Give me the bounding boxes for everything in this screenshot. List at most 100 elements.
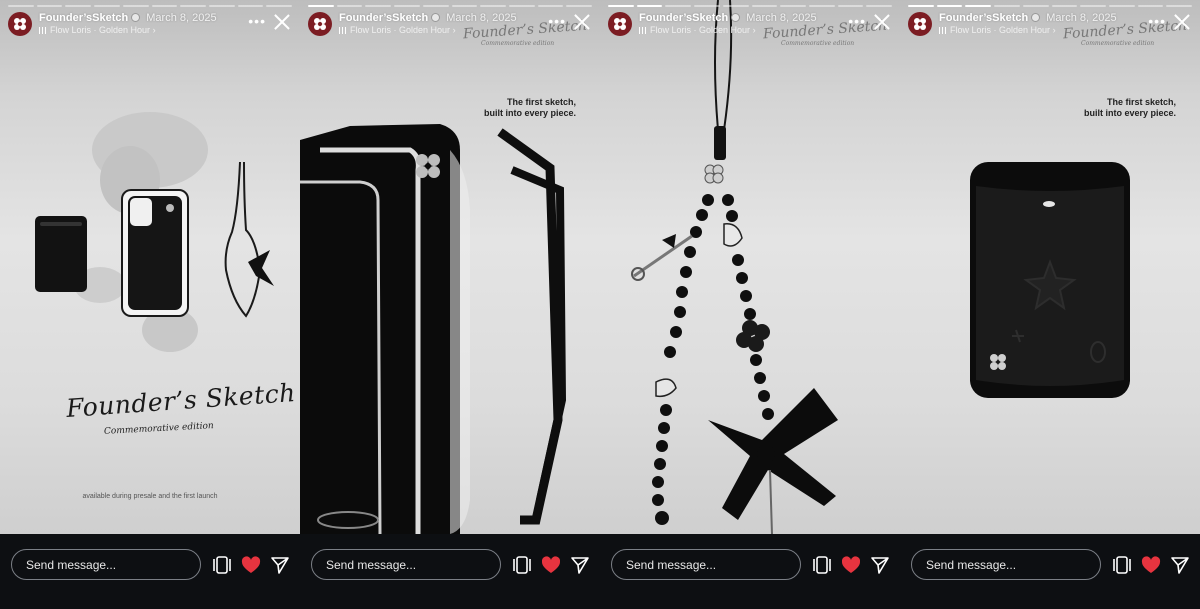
story-image[interactable] <box>600 0 900 534</box>
story-progress-bar <box>308 5 593 7</box>
progress-segment <box>451 5 478 7</box>
reply-bar <box>300 534 600 609</box>
heart-icon[interactable] <box>1140 554 1162 576</box>
post-date: March 8, 2025 <box>446 12 517 24</box>
carousel-icon[interactable] <box>1111 554 1133 576</box>
music-link[interactable]: Flow Loris · Golden Hour › <box>339 25 456 35</box>
send-icon[interactable] <box>269 554 291 576</box>
progress-segment <box>537 5 564 7</box>
username-link[interactable]: Founder’sSketch March 8, 2025 <box>639 12 817 24</box>
more-options-icon[interactable]: ••• <box>848 13 866 29</box>
progress-segment <box>65 5 92 7</box>
progress-segment <box>1137 5 1164 7</box>
progress-segment <box>36 5 63 7</box>
progress-segment <box>1166 5 1193 7</box>
watermark-subtitle: Commemorative edition <box>781 40 855 47</box>
carousel-icon[interactable] <box>511 554 533 576</box>
phone-case-closeup-image <box>300 124 567 534</box>
story-image[interactable]: Founder’s Sketch Commemorative edition a… <box>0 0 300 534</box>
product-lineup-image <box>35 112 274 352</box>
card-wallet-image <box>970 162 1130 398</box>
close-icon[interactable] <box>1172 12 1192 32</box>
send-message-input[interactable] <box>611 549 801 580</box>
chevron-right-icon: › <box>152 25 156 35</box>
story-image[interactable]: The first sketch, built into every piece… <box>300 0 600 534</box>
reply-bar <box>0 534 300 609</box>
story-caption: The first sketch, built into every piece… <box>483 97 576 118</box>
story-image[interactable]: The first sketch, built into every piece… <box>900 0 1200 534</box>
story-progress-bar <box>8 5 293 7</box>
avatar[interactable] <box>608 12 632 36</box>
verified-badge-icon <box>731 13 741 22</box>
username-link[interactable]: Founder’sSketch March 8, 2025 <box>39 12 217 24</box>
verified-badge-icon <box>131 13 141 22</box>
story-panel-3[interactable]: Founder’s Sketch Commemorative edition F… <box>600 0 900 609</box>
heart-icon[interactable] <box>840 554 862 576</box>
more-options-icon[interactable]: ••• <box>248 13 266 29</box>
close-icon[interactable] <box>572 12 592 32</box>
story-viewer: Founder’s Sketch Commemorative edition a… <box>0 0 1200 609</box>
progress-segment <box>237 5 264 7</box>
post-date: March 8, 2025 <box>146 12 217 24</box>
post-date: March 8, 2025 <box>1046 12 1117 24</box>
heart-icon[interactable] <box>540 554 562 576</box>
verified-badge-icon <box>1031 13 1041 22</box>
more-options-icon[interactable]: ••• <box>1148 13 1166 29</box>
progress-segment <box>208 5 235 7</box>
music-track-label: Flow Loris · Golden Hour <box>950 25 1051 35</box>
progress-segment <box>1108 5 1135 7</box>
avatar[interactable] <box>308 12 332 36</box>
progress-segment <box>608 5 634 7</box>
username-link[interactable]: Founder’sSketch March 8, 2025 <box>939 12 1117 24</box>
progress-segment <box>808 5 835 7</box>
audio-bars-icon <box>339 27 346 34</box>
presale-footer-text: available during presale and the first l… <box>82 493 218 500</box>
story-panel-1[interactable]: Founder’s Sketch Commemorative edition a… <box>0 0 300 609</box>
username: Founder’sSketch <box>339 12 429 24</box>
story-progress-bar <box>908 5 1193 7</box>
progress-segment <box>1080 5 1106 7</box>
phone-charm-strap-image <box>631 0 838 534</box>
progress-segment <box>508 5 535 7</box>
music-link[interactable]: Flow Loris · Golden Hour › <box>939 25 1056 35</box>
brand-logo-icon <box>914 18 926 30</box>
carousel-icon[interactable] <box>811 554 833 576</box>
music-link[interactable]: Flow Loris · Golden Hour › <box>639 25 756 35</box>
send-icon[interactable] <box>569 554 591 576</box>
more-options-icon[interactable]: ••• <box>548 13 566 29</box>
progress-segment <box>866 5 893 7</box>
username: Founder’sSketch <box>939 12 1029 24</box>
story-panel-2[interactable]: The first sketch, built into every piece… <box>300 0 600 609</box>
progress-segment <box>1051 5 1078 7</box>
close-icon[interactable] <box>872 12 892 32</box>
brand-logo-icon <box>14 18 26 30</box>
story-panel-4[interactable]: The first sketch, built into every piece… <box>900 0 1200 609</box>
progress-segment <box>151 5 178 7</box>
progress-segment <box>908 5 934 7</box>
music-track-label: Flow Loris · Golden Hour <box>650 25 751 35</box>
progress-segment <box>636 5 663 7</box>
progress-segment <box>8 5 34 7</box>
avatar[interactable] <box>8 12 32 36</box>
chevron-right-icon: › <box>452 25 456 35</box>
carousel-icon[interactable] <box>211 554 233 576</box>
music-track-label: Flow Loris · Golden Hour <box>350 25 451 35</box>
send-message-input[interactable] <box>911 549 1101 580</box>
progress-segment <box>751 5 778 7</box>
story-header: Founder’sSketch March 8, 2025 Flow Loris … <box>608 11 892 37</box>
send-message-input[interactable] <box>11 549 201 580</box>
send-icon[interactable] <box>869 554 891 576</box>
send-icon[interactable] <box>1169 554 1191 576</box>
heart-icon[interactable] <box>240 554 262 576</box>
username: Founder’sSketch <box>39 12 129 24</box>
progress-segment <box>394 5 420 7</box>
music-track-label: Flow Loris · Golden Hour <box>50 25 151 35</box>
music-link[interactable]: Flow Loris · Golden Hour › <box>39 25 156 35</box>
story-progress-bar <box>608 5 893 7</box>
progress-segment <box>180 5 206 7</box>
story-header: Founder’sSketch March 8, 2025 Flow Loris … <box>8 11 292 37</box>
send-message-input[interactable] <box>311 549 501 580</box>
username-link[interactable]: Founder’sSketch March 8, 2025 <box>339 12 517 24</box>
close-icon[interactable] <box>272 12 292 32</box>
avatar[interactable] <box>908 12 932 36</box>
